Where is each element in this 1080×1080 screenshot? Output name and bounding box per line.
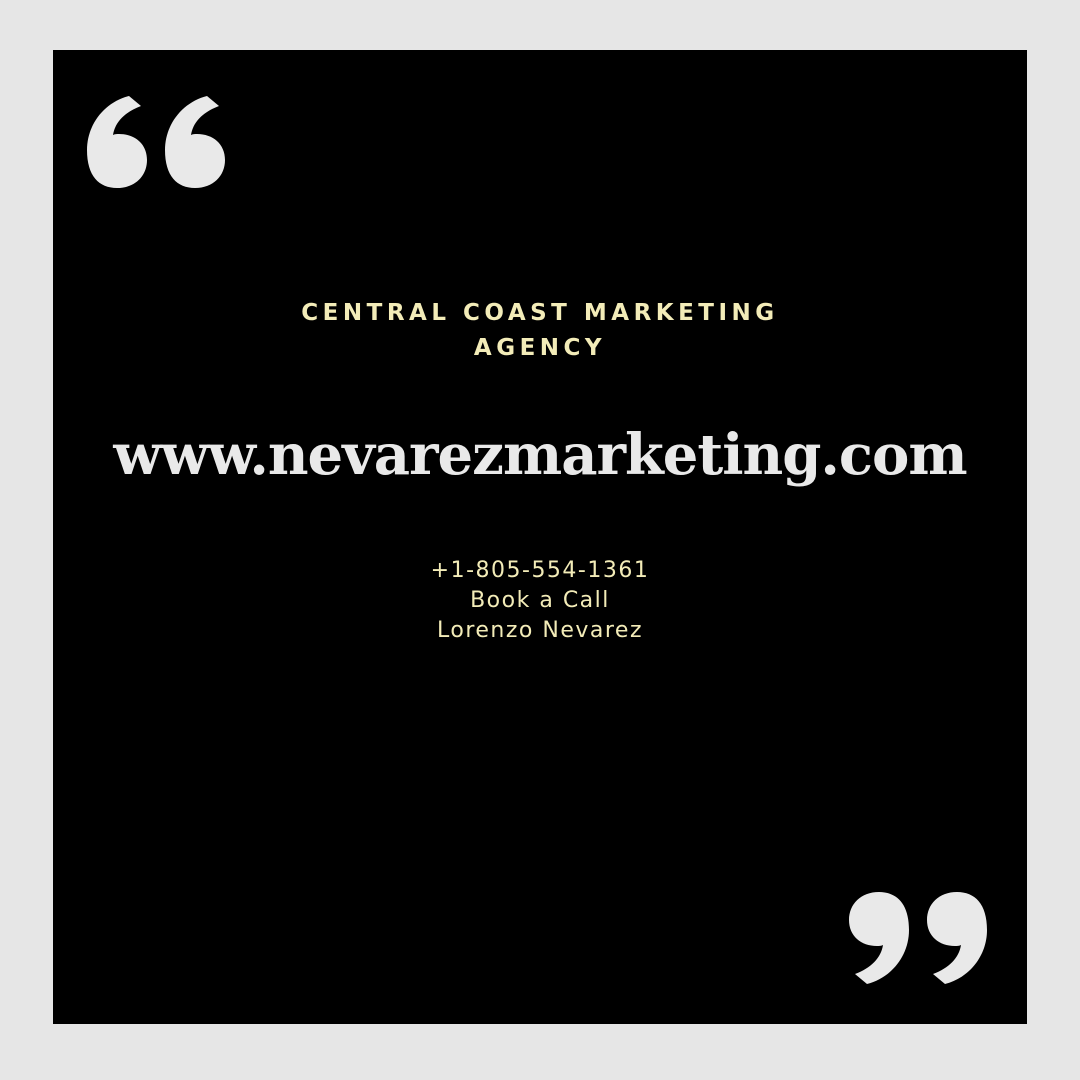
agency-name-line-1: CENTRAL COAST MARKETING bbox=[301, 300, 779, 326]
book-a-call-text: Book a Call bbox=[470, 588, 610, 613]
open-quote-icon bbox=[87, 96, 225, 188]
agency-name: CENTRAL COAST MARKETING AGENCY bbox=[53, 296, 1027, 366]
website-url: www.nevarezmarketing.com bbox=[113, 422, 967, 488]
contact-name: Lorenzo Nevarez bbox=[436, 618, 643, 643]
agency-name-line-2: AGENCY bbox=[473, 335, 607, 361]
quote-card: CENTRAL COAST MARKETING AGENCY www.nevar… bbox=[53, 50, 1027, 1024]
phone-number: +1-805-554-1361 bbox=[430, 558, 650, 583]
contact-info: +1-805-554-1361 Book a Call Lorenzo Neva… bbox=[53, 556, 1027, 646]
close-quote-icon bbox=[849, 892, 987, 984]
